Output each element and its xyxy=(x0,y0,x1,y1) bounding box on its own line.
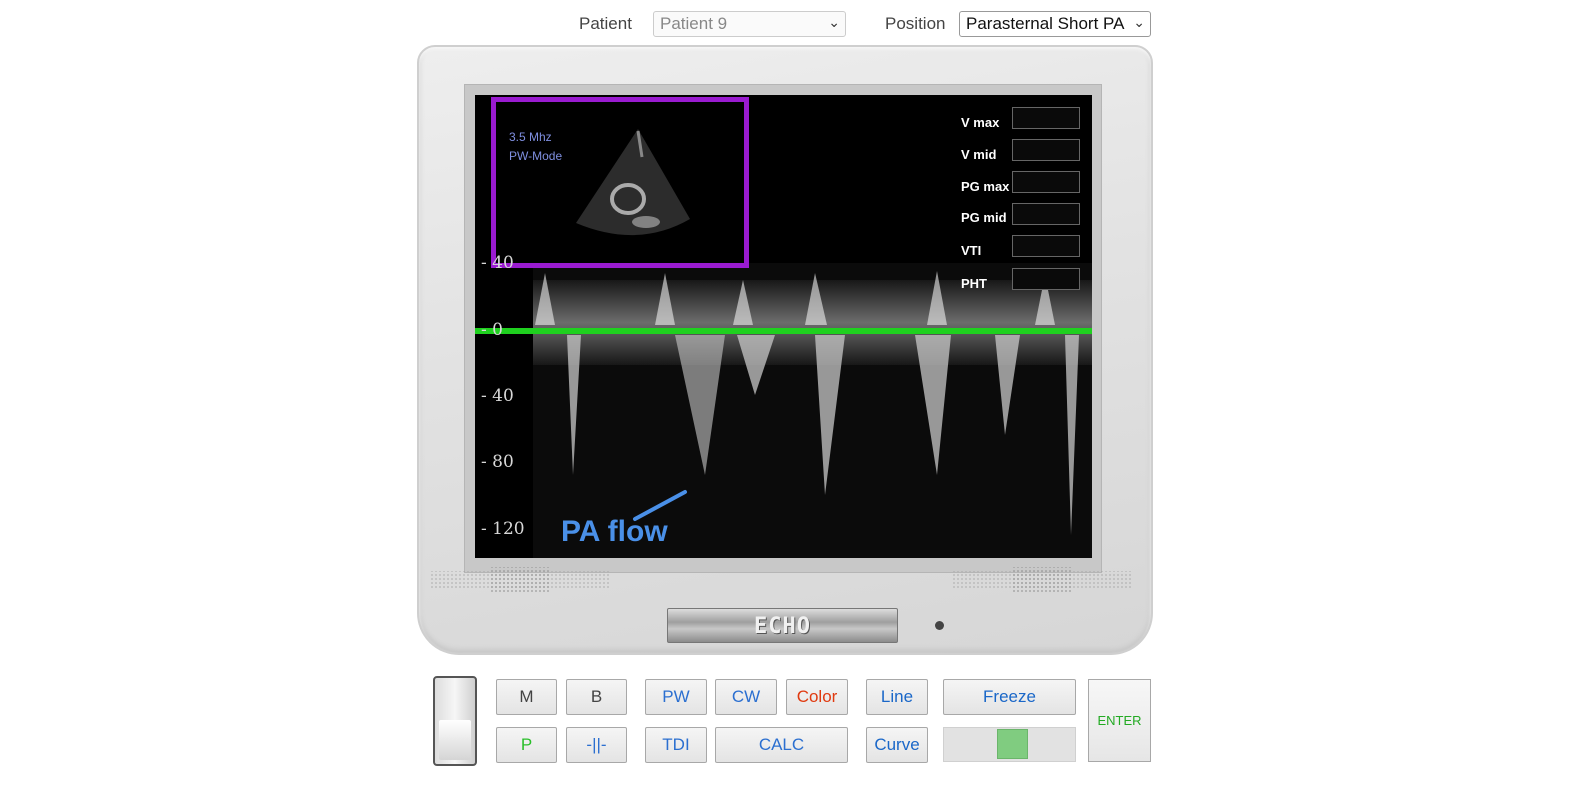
echo-logo: ECHO xyxy=(667,608,898,643)
measure-pgmid-value xyxy=(1012,203,1080,225)
measure-vmax-label: V max xyxy=(961,115,1000,130)
b-mode-inset: 3.5 Mhz PW-Mode xyxy=(491,97,749,268)
measure-pht-value xyxy=(1012,268,1080,290)
measure-vmid-label: V mid xyxy=(961,147,997,162)
curve-button[interactable]: Curve xyxy=(866,727,928,763)
velocity-tick: - 40 xyxy=(481,386,514,406)
probe-switch[interactable] xyxy=(433,676,477,766)
speaker-grille-right xyxy=(952,567,1132,593)
position-label: Position xyxy=(885,14,946,33)
patient-select: Patient 9 ⌄ xyxy=(653,11,846,37)
measure-pgmid-label: PG mid xyxy=(961,210,1007,225)
baseline xyxy=(475,328,1092,334)
chevron-down-icon: ⌄ xyxy=(828,14,840,30)
velocity-tick: - 120 xyxy=(481,519,525,539)
b-mode-button[interactable]: B xyxy=(566,679,627,715)
velocity-tick: - 80 xyxy=(481,452,514,472)
measure-pgmax-label: PG max xyxy=(961,179,1010,194)
tdi-button[interactable]: TDI xyxy=(645,727,707,763)
velocity-tick: - 40 xyxy=(481,253,514,273)
position-select[interactable]: Parasternal Short PA ⌄ xyxy=(959,11,1151,37)
cw-button[interactable]: CW xyxy=(715,679,777,715)
color-button[interactable]: Color xyxy=(786,679,848,715)
calc-button[interactable]: CALC xyxy=(715,727,848,763)
measure-pht-label: PHT xyxy=(961,276,987,291)
pw-button[interactable]: PW xyxy=(645,679,707,715)
ultrasound-screen: 3.5 Mhz PW-Mode V max V mid PG max PG mi… xyxy=(475,95,1092,558)
sector-image xyxy=(576,129,690,236)
split-button[interactable]: -||- xyxy=(566,727,627,763)
gain-slider-thumb[interactable] xyxy=(997,729,1028,759)
velocity-tick: - 0 xyxy=(481,320,503,340)
probe-switch-knob xyxy=(439,720,471,760)
freeze-button[interactable]: Freeze xyxy=(943,679,1076,715)
chevron-down-icon: ⌄ xyxy=(1133,14,1145,30)
measure-vmax-value xyxy=(1012,107,1080,129)
speaker-grille-left xyxy=(430,567,610,593)
line-button[interactable]: Line xyxy=(866,679,928,715)
mode-label: PW-Mode xyxy=(509,149,563,163)
frequency-label: 3.5 Mhz xyxy=(509,130,552,144)
measure-pgmax-value xyxy=(1012,171,1080,193)
measure-vti-label: VTI xyxy=(961,243,982,258)
p-button[interactable]: P xyxy=(496,727,557,763)
measure-vmid-value xyxy=(1012,139,1080,161)
patient-label: Patient xyxy=(579,14,632,33)
pa-flow-annotation: PA flow xyxy=(561,515,668,548)
enter-button[interactable]: ENTER xyxy=(1088,679,1151,762)
measure-vti-value xyxy=(1012,235,1080,257)
power-indicator xyxy=(935,621,944,630)
m-mode-button[interactable]: M xyxy=(496,679,557,715)
